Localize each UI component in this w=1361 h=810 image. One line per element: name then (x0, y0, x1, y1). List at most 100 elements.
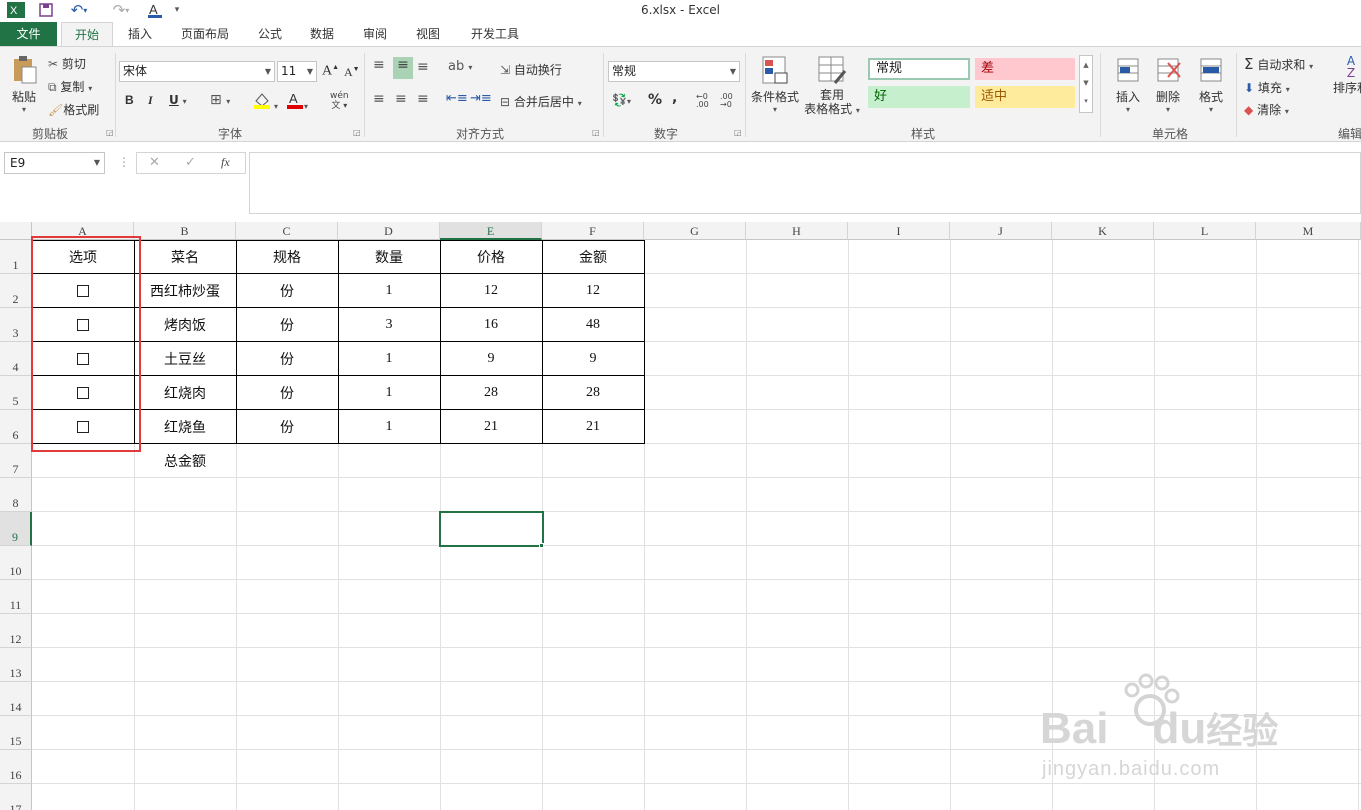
column-header[interactable]: I (848, 222, 950, 240)
table-cell-qty[interactable]: 1 (338, 410, 440, 444)
tab-insert[interactable]: 插入 (117, 22, 163, 47)
worksheet-grid[interactable]: A B C D E F G H I J K L M 1 2 3 4 5 6 7 … (0, 222, 1361, 810)
total-label[interactable]: 总金额 (134, 444, 236, 478)
row-header[interactable]: 7 (0, 444, 32, 478)
format-cells-button[interactable]: 格式 ▾ (1193, 55, 1229, 114)
row-header[interactable]: 2 (0, 274, 32, 308)
row-header[interactable]: 8 (0, 478, 32, 512)
column-header[interactable]: G (644, 222, 746, 240)
fill-button[interactable]: ⬇ 填充 ▾ (1244, 79, 1290, 96)
tab-view[interactable]: 视图 (406, 22, 450, 47)
column-header[interactable]: L (1154, 222, 1256, 240)
table-cell-qty[interactable]: 1 (338, 274, 440, 308)
table-cell-unit[interactable]: 份 (236, 342, 338, 376)
paste-button[interactable]: 粘贴 ▾ (6, 55, 42, 121)
styles-scroll-icon[interactable]: ▲ ▼ ▾ (1079, 55, 1093, 113)
cut-button[interactable]: ✂ 剪切 (48, 55, 86, 72)
clear-button[interactable]: ◆ 清除 ▾ (1244, 101, 1289, 118)
increase-indent-icon[interactable]: ⇥≡ (470, 91, 492, 106)
table-cell-unit[interactable]: 份 (236, 410, 338, 444)
border-icon[interactable]: ⊞ ▾ (210, 92, 230, 108)
table-cell-price[interactable]: 9 (440, 342, 542, 376)
table-cell-amount[interactable]: 28 (542, 376, 644, 410)
style-bad[interactable]: 差 (975, 58, 1075, 80)
conditional-format-button[interactable]: 条件格式 ▾ (750, 55, 800, 114)
alignment-launcher-icon[interactable]: ◲ (592, 128, 600, 137)
table-cell-dish[interactable]: 西红柿炒蛋 (134, 274, 236, 308)
column-header[interactable]: K (1052, 222, 1154, 240)
style-neutral[interactable]: 适中 (975, 86, 1075, 108)
enter-icon[interactable]: ✓ (185, 155, 196, 170)
align-left-icon[interactable]: ≡ (373, 91, 385, 107)
format-painter-button[interactable]: 🖌格式刷 (48, 101, 99, 118)
tab-developer[interactable]: 开发工具 (460, 22, 530, 47)
row-header[interactable]: 11 (0, 580, 32, 614)
tab-review[interactable]: 审阅 (353, 22, 397, 47)
table-cell-unit[interactable]: 份 (236, 376, 338, 410)
table-cell-amount[interactable]: 12 (542, 274, 644, 308)
column-header[interactable]: E (440, 222, 542, 240)
table-cell-price[interactable]: 28 (440, 376, 542, 410)
row-header[interactable]: 17 (0, 784, 32, 810)
insert-cells-button[interactable]: 插入 ▾ (1110, 55, 1146, 114)
percent-button[interactable]: % (648, 92, 662, 108)
font-name-select[interactable]: 宋体 ▼ (119, 61, 275, 82)
table-cell-amount[interactable]: 21 (542, 410, 644, 444)
column-header[interactable]: H (746, 222, 848, 240)
autosum-button[interactable]: Σ 自动求和 ▾ (1244, 55, 1313, 73)
align-center-icon[interactable]: ≡ (395, 91, 407, 107)
column-header[interactable]: D (338, 222, 440, 240)
cancel-icon[interactable]: ✕ (149, 155, 160, 170)
header-cell-price[interactable]: 价格 (440, 240, 542, 274)
delete-cells-button[interactable]: 删除 ▾ (1150, 55, 1186, 114)
row-header[interactable]: 15 (0, 716, 32, 750)
tab-page-layout[interactable]: 页面布局 (170, 22, 240, 47)
style-good[interactable]: 好 (868, 86, 970, 108)
table-cell-amount[interactable]: 48 (542, 308, 644, 342)
column-header[interactable]: J (950, 222, 1052, 240)
decrease-indent-icon[interactable]: ⇤≡ (446, 91, 468, 106)
column-header[interactable]: F (542, 222, 644, 240)
decrease-decimal-icon[interactable]: .00 →0 (720, 93, 733, 109)
table-cell-dish[interactable]: 土豆丝 (134, 342, 236, 376)
row-header[interactable]: 14 (0, 682, 32, 716)
fill-color-icon[interactable]: ▾ (252, 91, 278, 112)
align-right-icon[interactable]: ≡ (417, 91, 429, 107)
clipboard-launcher-icon[interactable]: ◲ (106, 128, 114, 137)
column-header[interactable]: C (236, 222, 338, 240)
tab-data[interactable]: 数据 (300, 22, 344, 47)
select-all-corner[interactable] (0, 222, 32, 240)
tab-file[interactable]: 文件 (0, 22, 57, 47)
name-box[interactable]: E9 ▼ (4, 152, 105, 174)
table-cell-qty[interactable]: 3 (338, 308, 440, 342)
column-header[interactable]: M (1256, 222, 1361, 240)
align-middle-icon[interactable]: ≡ (393, 57, 413, 79)
align-bottom-icon[interactable]: ≡ (417, 59, 429, 75)
row-header[interactable]: 3 (0, 308, 32, 342)
align-top-icon[interactable]: ≡ (373, 57, 385, 73)
increase-decimal-icon[interactable]: ←0.00 (696, 93, 709, 109)
decrease-font-icon[interactable]: A▼ (344, 65, 360, 80)
table-cell-unit[interactable]: 份 (236, 308, 338, 342)
row-header[interactable]: 5 (0, 376, 32, 410)
style-normal[interactable]: 常规 (868, 58, 970, 80)
row-header[interactable]: 1 (0, 240, 32, 274)
header-cell-qty[interactable]: 数量 (338, 240, 440, 274)
wrap-text-button[interactable]: ⇲ 自动换行 (500, 61, 562, 78)
row-header[interactable]: 9 (0, 512, 32, 546)
row-header[interactable]: 6 (0, 410, 32, 444)
fill-handle[interactable] (539, 543, 544, 548)
selected-cell-e9[interactable] (439, 511, 544, 547)
row-header[interactable]: 13 (0, 648, 32, 682)
column-header[interactable]: B (134, 222, 236, 240)
table-cell-qty[interactable]: 1 (338, 342, 440, 376)
formula-input[interactable] (249, 152, 1361, 214)
merge-center-button[interactable]: ⊟ 合并后居中 ▾ (500, 93, 582, 110)
table-cell-unit[interactable]: 份 (236, 274, 338, 308)
table-cell-dish[interactable]: 红烧肉 (134, 376, 236, 410)
font-launcher-icon[interactable]: ◲ (353, 128, 361, 137)
increase-font-icon[interactable]: A▲ (322, 63, 339, 80)
row-header[interactable]: 12 (0, 614, 32, 648)
insert-function-icon[interactable]: fx (221, 155, 230, 170)
header-cell-dish[interactable]: 菜名 (134, 240, 236, 274)
